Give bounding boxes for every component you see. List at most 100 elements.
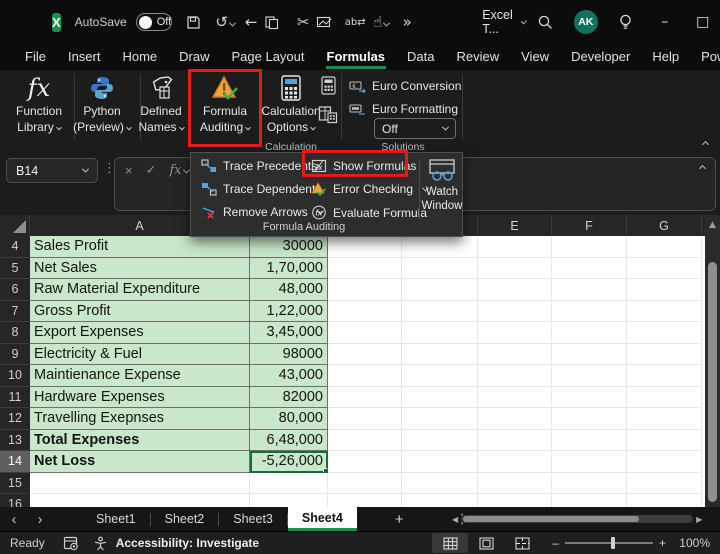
euro-mode-select[interactable]: Off xyxy=(374,118,456,139)
cell-B9[interactable]: 98000 xyxy=(250,343,328,365)
cell-A8[interactable]: Export Expenses xyxy=(30,322,250,344)
cell-G12[interactable] xyxy=(627,408,702,430)
cell-C5[interactable] xyxy=(328,257,402,279)
copy-icon[interactable] xyxy=(264,15,290,30)
defined-names-button[interactable]: Defined Names xyxy=(132,72,190,146)
horizontal-scroll-thumb[interactable] xyxy=(463,516,640,522)
cell-F9[interactable] xyxy=(552,343,627,365)
back-arrow-icon[interactable]: ← xyxy=(238,13,264,31)
horizontal-scrollbar[interactable]: ◀ ▶ xyxy=(452,512,708,526)
page-layout-view-button[interactable] xyxy=(468,533,504,553)
cell-E8[interactable] xyxy=(478,322,552,344)
cell-E15[interactable] xyxy=(478,472,552,494)
touch-mode-dropdown-icon[interactable] xyxy=(383,19,391,27)
minimize-button[interactable]: – xyxy=(646,6,684,38)
fx-dropdown-icon[interactable] xyxy=(182,166,190,174)
zoom-in-icon[interactable]: + xyxy=(659,536,666,550)
ribbon-tab-developer[interactable]: Developer xyxy=(560,46,641,69)
cell-D16[interactable] xyxy=(402,494,478,507)
cell-B11[interactable]: 82000 xyxy=(250,386,328,408)
sheet-tab-sheet2[interactable]: Sheet2 xyxy=(151,507,219,531)
page-break-view-button[interactable] xyxy=(504,533,540,553)
cell-C7[interactable] xyxy=(328,300,402,322)
cell-F15[interactable] xyxy=(552,472,627,494)
sheet-tab-sheet4[interactable]: Sheet4 xyxy=(287,507,357,531)
ribbon-tab-view[interactable]: View xyxy=(510,46,560,69)
cell-D10[interactable] xyxy=(402,365,478,387)
cell-A7[interactable]: Gross Profit xyxy=(30,300,250,322)
lightbulb-icon[interactable] xyxy=(606,13,646,31)
avatar[interactable]: AK xyxy=(566,10,606,34)
row-header-10[interactable]: 10 xyxy=(0,365,30,387)
maximize-button[interactable]: □ xyxy=(684,6,720,38)
cell-B16[interactable] xyxy=(250,494,328,507)
cell-B15[interactable] xyxy=(250,472,328,494)
cell-G16[interactable] xyxy=(627,494,702,507)
calculation-options-button[interactable]: Calculation Options xyxy=(261,72,321,146)
cell-F14[interactable] xyxy=(552,451,627,473)
ribbon-tab-power-pivot[interactable]: Power Pivot xyxy=(690,46,720,69)
macro-record-icon[interactable] xyxy=(63,536,79,551)
cell-F12[interactable] xyxy=(552,408,627,430)
sheet-prev-icon[interactable]: ‹ xyxy=(0,511,28,528)
row-header-6[interactable]: 6 xyxy=(0,279,30,301)
qat-overflow-icon[interactable]: » xyxy=(394,13,420,31)
cell-G11[interactable] xyxy=(627,386,702,408)
cell-G7[interactable] xyxy=(627,300,702,322)
python-preview-button[interactable]: Python (Preview) xyxy=(70,72,134,146)
row-header-13[interactable]: 13 xyxy=(0,429,30,451)
cell-B13[interactable]: 6,48,000 xyxy=(250,429,328,451)
cell-F16[interactable] xyxy=(552,494,627,507)
add-sheet-icon[interactable]: + xyxy=(395,511,404,528)
cell-A5[interactable]: Net Sales xyxy=(30,257,250,279)
cut-icon[interactable]: ✂ xyxy=(290,13,316,31)
row-header-5[interactable]: 5 xyxy=(0,257,30,279)
search-icon[interactable] xyxy=(526,14,566,31)
cell-A10[interactable]: Maintienance Expense xyxy=(30,365,250,387)
cell-F8[interactable] xyxy=(552,322,627,344)
cell-A14[interactable]: Net Loss xyxy=(30,451,250,473)
cell-C13[interactable] xyxy=(328,429,402,451)
cell-E16[interactable] xyxy=(478,494,552,507)
ribbon-tab-draw[interactable]: Draw xyxy=(168,46,220,69)
cell-E7[interactable] xyxy=(478,300,552,322)
cell-A12[interactable]: Travelling Exepnses xyxy=(30,408,250,430)
scroll-right-icon[interactable]: ▶ xyxy=(696,515,702,524)
sheet-tab-sheet3[interactable]: Sheet3 xyxy=(219,507,287,531)
row-header-9[interactable]: 9 xyxy=(0,343,30,365)
row-header-11[interactable]: 11 xyxy=(0,386,30,408)
evaluate-formula-item[interactable]: fx Evaluate Formula xyxy=(311,205,427,220)
cell-D5[interactable] xyxy=(402,257,478,279)
watch-window-item[interactable]: Watch Window xyxy=(422,159,462,221)
cell-A4[interactable]: Sales Profit xyxy=(30,236,250,258)
column-header-E[interactable]: E xyxy=(478,215,552,236)
undo-icon[interactable]: ↺ xyxy=(212,13,238,31)
cell-D6[interactable] xyxy=(402,279,478,301)
row-header-4[interactable]: 4 xyxy=(0,236,30,258)
touch-mode-icon[interactable]: ☝ xyxy=(368,13,394,31)
cell-E4[interactable] xyxy=(478,236,552,258)
cell-B4[interactable]: 30000 xyxy=(250,236,328,258)
save-icon[interactable] xyxy=(186,15,212,30)
cancel-icon[interactable]: × xyxy=(125,163,133,178)
cell-G10[interactable] xyxy=(627,365,702,387)
euro-conversion-button[interactable]: € Euro Conversion xyxy=(349,79,461,93)
cell-D14[interactable] xyxy=(402,451,478,473)
zoom-slider-thumb[interactable] xyxy=(610,537,615,549)
cell-B7[interactable]: 1,22,000 xyxy=(250,300,328,322)
cell-F6[interactable] xyxy=(552,279,627,301)
cell-C4[interactable] xyxy=(328,236,402,258)
cell-E11[interactable] xyxy=(478,386,552,408)
cell-C11[interactable] xyxy=(328,386,402,408)
collapse-formula-bar-icon[interactable] xyxy=(698,164,707,173)
cell-B12[interactable]: 80,000 xyxy=(250,408,328,430)
sheet-next-icon[interactable]: › xyxy=(28,511,52,528)
function-library-button[interactable]: fx Function Library xyxy=(8,72,70,146)
cell-C9[interactable] xyxy=(328,343,402,365)
calculate-now-button[interactable] xyxy=(320,76,337,96)
horizontal-scroll-track[interactable] xyxy=(461,515,694,523)
ribbon-tab-help[interactable]: Help xyxy=(641,46,690,69)
select-all-button[interactable] xyxy=(0,215,30,236)
cell-D11[interactable] xyxy=(402,386,478,408)
ribbon-tab-data[interactable]: Data xyxy=(396,46,445,69)
